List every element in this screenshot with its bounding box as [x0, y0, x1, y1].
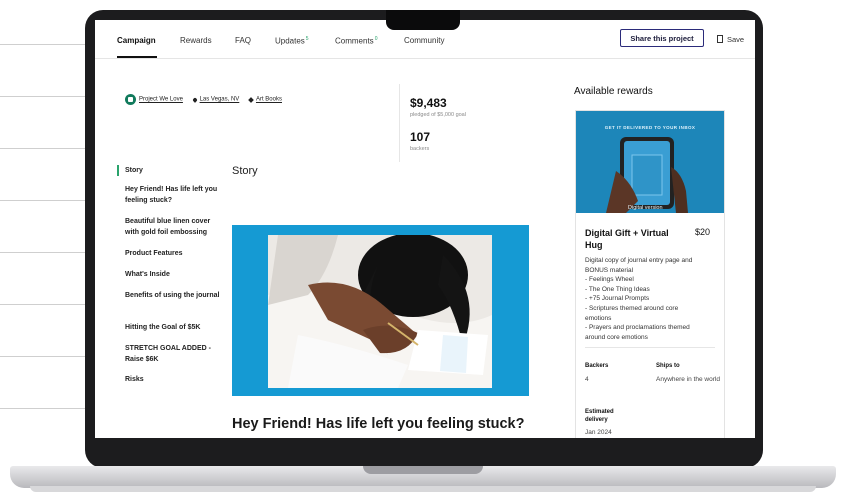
- reward-description: Digital copy of journal entry page and B…: [585, 257, 693, 341]
- reward-price: $20: [695, 227, 711, 237]
- reward-divider: [585, 347, 715, 348]
- reward-backers-label: Backers: [585, 363, 609, 369]
- journaling-photo: [268, 235, 492, 388]
- location-pin-icon: [191, 96, 198, 103]
- section-title-feeling-stuck: Hey Friend! Has life left you feeling st…: [232, 416, 525, 432]
- pledged-goal-label: pledged of $5,000 goal: [410, 112, 466, 118]
- pledged-amount: $9,483: [410, 96, 447, 110]
- reward-delivery-label: Estimated delivery: [585, 409, 614, 423]
- toc-item-feeling-stuck[interactable]: Hey Friend! Has life left you feeling st…: [125, 184, 221, 206]
- funding-stats: $9,483 pledged of $5,000 goal 107 backer…: [399, 84, 488, 162]
- camera-notch: [386, 10, 460, 30]
- reward-delivery-value: Jan 2024: [585, 429, 612, 436]
- tab-updates[interactable]: Updates5: [275, 36, 309, 46]
- tab-community[interactable]: Community: [404, 36, 444, 45]
- available-rewards-heading: Available rewards: [574, 86, 653, 97]
- story-hero-image: [232, 225, 529, 396]
- project-meta: Project We Love Las Vegas, NV Art Books: [125, 94, 282, 105]
- tab-campaign[interactable]: Campaign: [117, 36, 156, 45]
- tab-comments[interactable]: Comments0: [335, 36, 377, 46]
- project-we-love-icon: [125, 94, 136, 105]
- reward-card[interactable]: GET IT DELIVERED TO YOUR INBOX Digital v…: [575, 110, 725, 438]
- reward-ships-value: Anywhere in the world: [656, 376, 720, 383]
- active-tab-indicator: [117, 56, 157, 58]
- browser-screen: Campaign Rewards FAQ Updates5 Comments0 …: [95, 20, 755, 438]
- laptop-base-shadow: [30, 486, 816, 492]
- reward-banner-text: GET IT DELIVERED TO YOUR INBOX: [604, 125, 696, 130]
- bookmark-icon: [717, 35, 723, 43]
- laptop-base-notch: [363, 466, 483, 474]
- save-button[interactable]: Save: [717, 35, 744, 44]
- toc-item-whats-inside[interactable]: What's Inside: [125, 269, 221, 280]
- reward-image-caption: Digital version: [628, 205, 663, 211]
- location-link[interactable]: Las Vegas, NV: [200, 97, 240, 103]
- category-tag-icon: [248, 96, 254, 103]
- toc-item-product-features[interactable]: Product Features: [125, 248, 221, 259]
- tab-rewards[interactable]: Rewards: [180, 36, 212, 45]
- story-heading: Story: [232, 165, 258, 177]
- comments-count-badge: 0: [374, 36, 378, 42]
- toc-item-stretch-goal[interactable]: STRETCH GOAL ADDED - Raise $6K: [125, 343, 221, 365]
- reward-backers-value: 4: [585, 376, 589, 383]
- tab-faq[interactable]: FAQ: [235, 36, 251, 45]
- woman-writing-illustration: [268, 235, 492, 388]
- toc-item-risks[interactable]: Risks: [125, 374, 221, 385]
- toc-item-benefits[interactable]: Benefits of using the journal: [125, 290, 221, 301]
- backers-label: backers: [410, 146, 430, 152]
- toc-item-story[interactable]: Story: [117, 165, 221, 176]
- toc-item-goal-5k[interactable]: Hitting the Goal of $5K: [125, 322, 221, 333]
- project-we-love-link[interactable]: Project We Love: [139, 97, 183, 103]
- updates-count-badge: 5: [305, 36, 309, 42]
- reward-image: GET IT DELIVERED TO YOUR INBOX Digital v…: [576, 111, 724, 213]
- toc-item-blue-linen-cover[interactable]: Beautiful blue linen cover with gold foi…: [125, 216, 221, 238]
- reward-title: Digital Gift + Virtual Hug: [585, 228, 669, 250]
- share-project-button[interactable]: Share this project: [620, 29, 704, 47]
- category-link[interactable]: Art Books: [256, 97, 282, 103]
- backers-count: 107: [410, 130, 431, 144]
- reward-ships-label: Ships to: [656, 363, 680, 369]
